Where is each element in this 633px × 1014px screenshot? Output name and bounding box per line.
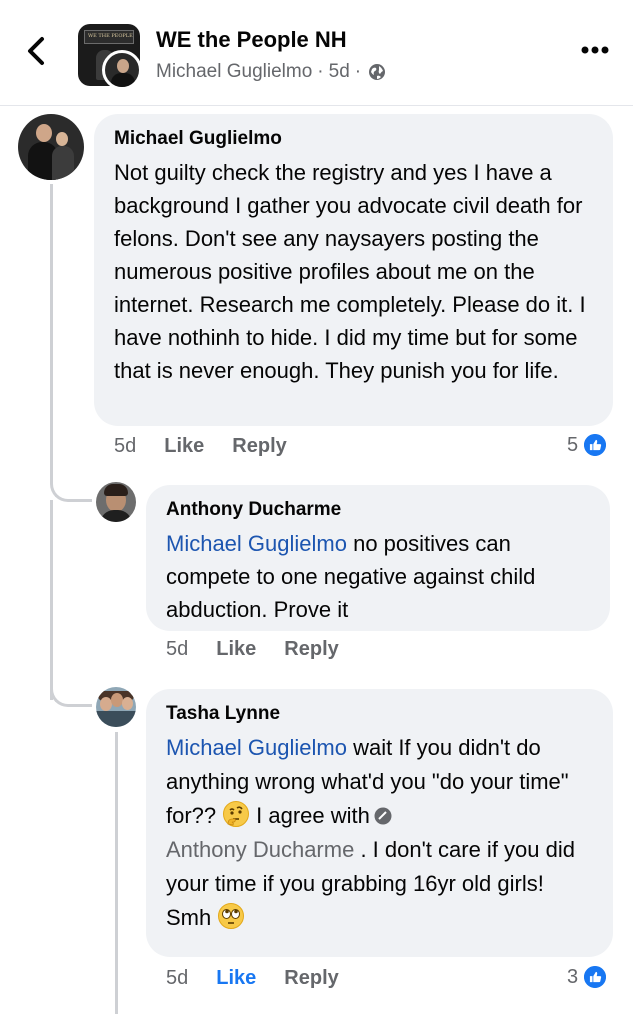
reaction-summary[interactable]: 5: [567, 432, 609, 458]
reply-button[interactable]: Reply: [284, 638, 338, 661]
verified-icon: [374, 807, 392, 825]
meta-separator: ·: [317, 61, 324, 82]
like-button[interactable]: Like: [164, 435, 204, 458]
post-meta: Michael Guglielmo · 5d ·: [156, 61, 386, 83]
reaction-count: 3: [567, 965, 579, 988]
thread-connector-2: [50, 676, 92, 707]
comment-actions: 5d Like Reply: [166, 967, 367, 990]
meta-separator-2: ·: [354, 61, 362, 82]
comment-text: Michael Guglielmo no positives can compe…: [166, 527, 592, 626]
reply-bubble: Anthony Ducharme Michael Guglielmo no po…: [146, 485, 610, 631]
reply-button[interactable]: Reply: [232, 435, 286, 458]
comment-text: Michael Guglielmo wait If you didn't do …: [166, 731, 595, 935]
reaction-count: 5: [567, 433, 579, 456]
comment-author[interactable]: Tasha Lynne: [166, 703, 595, 725]
more-dots-icon[interactable]: [580, 44, 610, 56]
comment-text: Not guilty check the registry and yes I …: [114, 160, 586, 383]
comment-body-2: I agree with: [256, 803, 370, 828]
poster-name[interactable]: Michael Guglielmo: [156, 61, 312, 83]
group-avatar-banner-text: WE THE PEOPLE: [88, 33, 133, 39]
reply-button[interactable]: Reply: [284, 967, 338, 990]
comment-bubble: Michael Guglielmo Not guilty check the r…: [94, 114, 613, 426]
reaction-summary[interactable]: 3: [567, 964, 609, 990]
group-name[interactable]: WE the People NH: [156, 27, 347, 53]
mention-link[interactable]: Michael Guglielmo: [166, 735, 347, 760]
thread-line-main-2: [50, 500, 53, 700]
like-button[interactable]: Like: [216, 638, 256, 661]
mention-link-2[interactable]: Anthony Ducharme: [166, 837, 354, 862]
avatar-tasha[interactable]: [96, 687, 136, 727]
comment-time[interactable]: 5d: [114, 435, 136, 458]
thinking-face-emoji: [223, 801, 250, 827]
reply-bubble: Tasha Lynne Michael Guglielmo wait If yo…: [146, 689, 613, 957]
post-header: WE THE PEOPLE WE the People NH Michael G…: [0, 0, 633, 106]
eye-roll-emoji: [218, 903, 245, 929]
comment-author[interactable]: Anthony Ducharme: [166, 499, 592, 521]
mention-link[interactable]: Michael Guglielmo: [166, 531, 347, 556]
poster-avatar[interactable]: [102, 50, 142, 90]
thread-line-reply: [115, 732, 118, 1014]
like-reaction-icon: [582, 964, 609, 990]
comment-time[interactable]: 5d: [166, 967, 188, 990]
thread-connector-1: [50, 470, 92, 502]
thread-line-main: [50, 184, 53, 484]
comment-time[interactable]: 5d: [166, 638, 188, 661]
avatar-michael[interactable]: [18, 114, 84, 180]
comment-author[interactable]: Michael Guglielmo: [114, 128, 595, 150]
comment-actions: 5d Like Reply: [114, 435, 315, 458]
globe-icon: [369, 64, 386, 80]
post-time[interactable]: 5d: [329, 61, 350, 83]
like-reaction-icon: [582, 432, 609, 458]
like-button[interactable]: Like: [216, 967, 256, 990]
back-chevron-icon[interactable]: [22, 34, 52, 68]
avatar-anthony[interactable]: [96, 482, 136, 522]
comment-actions: 5d Like Reply: [166, 638, 367, 661]
